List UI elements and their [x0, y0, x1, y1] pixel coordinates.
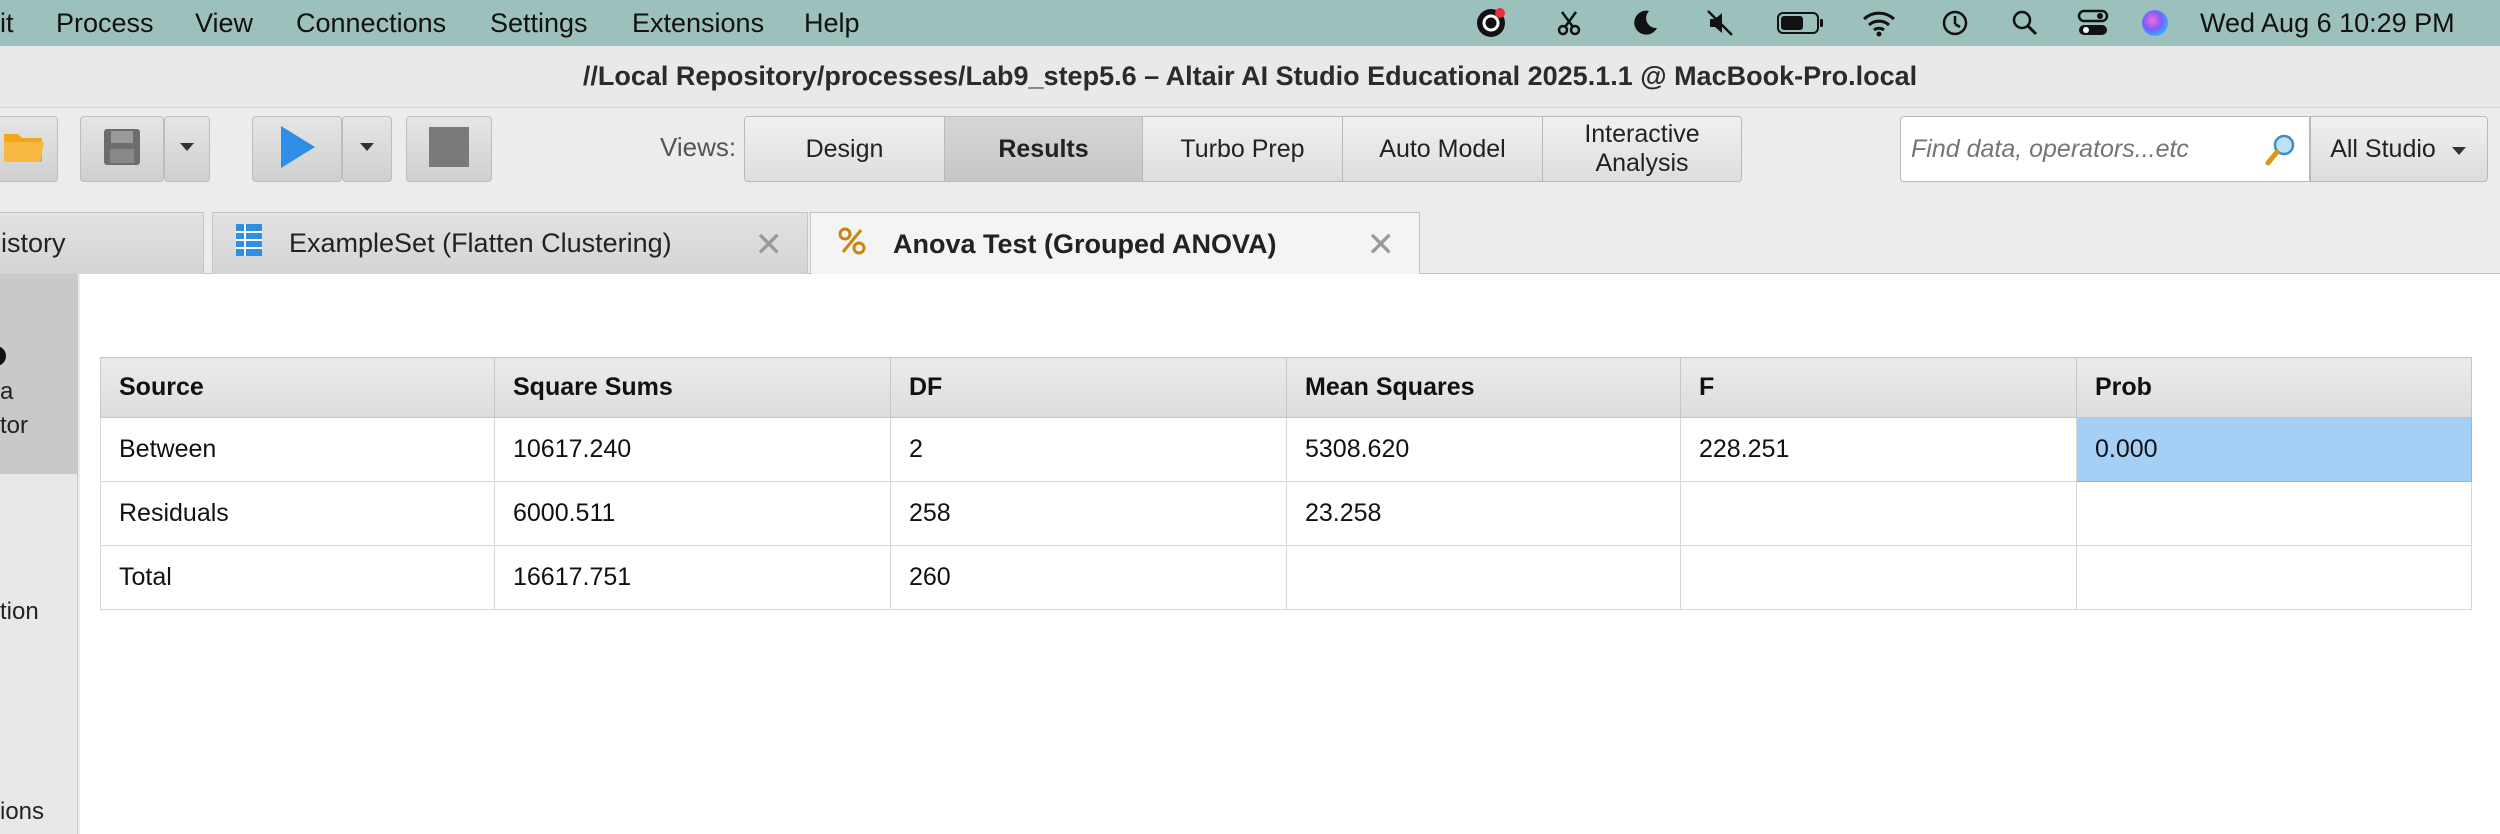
table-cell[interactable]: 260 — [890, 545, 1287, 610]
tab-label: istory — [1, 228, 66, 258]
save-dropdown-button[interactable] — [164, 116, 210, 182]
tab-label: ExampleSet (Flatten Clustering) — [289, 228, 672, 258]
menu-bar: it Process View Connections Settings Ext… — [0, 0, 2500, 46]
table-cell[interactable]: 23.258 — [1286, 481, 1681, 546]
battery-icon[interactable] — [1776, 8, 1826, 38]
scissors-icon[interactable] — [1552, 8, 1586, 38]
menu-item-view[interactable]: View — [195, 8, 253, 39]
chevron-down-icon — [178, 140, 196, 158]
search-icon[interactable] — [2008, 8, 2042, 38]
save-button[interactable] — [80, 116, 164, 182]
menu-item-process[interactable]: Process — [56, 8, 154, 39]
tab-anova-test[interactable]: Anova Test (Grouped ANOVA) ✕ — [810, 212, 1420, 275]
sidebar-item-descriptions[interactable]: ions — [0, 798, 44, 826]
table-cell[interactable]: 16617.751 — [494, 545, 891, 610]
table-cell[interactable]: Total — [100, 545, 495, 610]
table-cell[interactable]: 5308.620 — [1286, 417, 1681, 482]
close-icon[interactable]: ✕ — [1367, 225, 1396, 265]
table-row[interactable]: Total 16617.751 260 — [100, 545, 2472, 610]
table-cell[interactable]: Residuals — [100, 481, 495, 546]
stop-button[interactable] — [406, 116, 492, 182]
time-machine-icon[interactable] — [1938, 8, 1972, 38]
column-header-df[interactable]: DF — [890, 357, 1287, 418]
table-icon — [235, 223, 263, 264]
chevron-down-icon — [358, 140, 376, 158]
table-row[interactable]: Between 10617.240 2 5308.620 228.251 0.0… — [100, 417, 2472, 482]
sidebar-item-data-selected[interactable]: a tor — [0, 274, 77, 474]
column-header-f[interactable]: F — [1680, 357, 2077, 418]
global-search-input[interactable] — [1911, 134, 2251, 164]
view-turbo-prep-button[interactable]: Turbo Prep — [1143, 117, 1343, 181]
column-header-square-sums[interactable]: Square Sums — [494, 357, 891, 418]
column-header-mean-squares[interactable]: Mean Squares — [1286, 357, 1681, 418]
table-cell[interactable]: 6000.511 — [494, 481, 891, 546]
search-scope-label: All Studio — [2330, 134, 2436, 163]
anova-results-table: Source Square Sums DF Mean Squares F Pro… — [100, 357, 2472, 610]
table-cell[interactable]: 258 — [890, 481, 1287, 546]
view-interactive-analysis-button[interactable]: Interactive Analysis — [1543, 117, 1741, 181]
table-cell-selected[interactable]: 0.000 — [2076, 417, 2472, 482]
tab-label: Anova Test (Grouped ANOVA) — [893, 228, 1277, 259]
tab-exampleset-flatten-clustering[interactable]: ExampleSet (Flatten Clustering) ✕ — [212, 212, 808, 274]
table-cell[interactable]: 2 — [890, 417, 1287, 482]
sidebar-item-label: a — [0, 378, 14, 405]
window-title-bar: //Local Repository/processes/Lab9_step5.… — [0, 46, 2500, 108]
menu-clock[interactable]: Wed Aug 6 10:29 PM — [2200, 8, 2455, 39]
table-header-row: Source Square Sums DF Mean Squares F Pro… — [100, 357, 2472, 418]
view-design-button[interactable]: Design — [745, 117, 945, 181]
stop-icon — [428, 126, 470, 173]
search-scope-dropdown[interactable]: All Studio — [2310, 116, 2488, 182]
sidebar-item-annotation[interactable]: tion — [0, 598, 39, 626]
column-header-prob[interactable]: Prob — [2076, 357, 2472, 418]
siri-icon[interactable] — [2138, 8, 2172, 38]
data-icon — [0, 344, 10, 373]
mute-icon[interactable] — [1703, 8, 1737, 38]
close-icon[interactable]: ✕ — [755, 225, 784, 265]
results-tab-bar: istory ExampleSet (Flatten Clustering) ✕… — [0, 204, 2500, 275]
table-cell[interactable] — [2076, 545, 2472, 610]
sidebar-item-label: tor — [0, 412, 29, 439]
control-center-icon[interactable] — [2076, 8, 2110, 38]
column-header-source[interactable]: Source — [100, 357, 495, 418]
tab-history[interactable]: istory — [0, 212, 204, 274]
table-row[interactable]: Residuals 6000.511 258 23.258 — [100, 481, 2472, 546]
run-dropdown-button[interactable] — [342, 116, 392, 182]
moon-icon[interactable] — [1628, 8, 1662, 38]
table-cell[interactable]: Between — [100, 417, 495, 482]
toolbar: Views: Design Results Turbo Prep Auto Mo… — [0, 108, 2500, 204]
menu-item-help[interactable]: Help — [804, 8, 860, 39]
table-cell[interactable]: 10617.240 — [494, 417, 891, 482]
open-button[interactable] — [0, 116, 58, 182]
run-button[interactable] — [252, 116, 342, 182]
menu-item-connections[interactable]: Connections — [296, 8, 446, 39]
percent-icon — [837, 226, 867, 263]
menu-item-settings[interactable]: Settings — [490, 8, 588, 39]
menu-item-extensions[interactable]: Extensions — [632, 8, 764, 39]
views-switcher: Design Results Turbo Prep Auto Model Int… — [744, 116, 1742, 182]
views-label: Views: — [660, 132, 737, 162]
view-auto-model-button[interactable]: Auto Model — [1343, 117, 1543, 181]
grammarly-icon[interactable] — [1474, 8, 1508, 38]
menu-item-edit[interactable]: it — [0, 8, 14, 39]
table-cell[interactable] — [1286, 545, 1681, 610]
window-title: //Local Repository/processes/Lab9_step5.… — [582, 61, 1918, 91]
wifi-icon[interactable] — [1862, 8, 1896, 38]
results-view-sidebar: a tor tion ions — [0, 274, 78, 834]
magnifier-icon[interactable] — [2265, 133, 2297, 172]
table-cell[interactable] — [1680, 481, 2077, 546]
table-cell[interactable] — [2076, 481, 2472, 546]
floppy-disk-icon — [102, 127, 142, 172]
table-cell[interactable] — [1680, 545, 2077, 610]
view-results-button[interactable]: Results — [945, 117, 1143, 181]
folder-icon — [2, 128, 46, 171]
global-search-box — [1900, 116, 2310, 182]
play-icon — [277, 124, 317, 175]
chevron-down-icon — [2450, 135, 2468, 164]
table-cell[interactable]: 228.251 — [1680, 417, 2077, 482]
